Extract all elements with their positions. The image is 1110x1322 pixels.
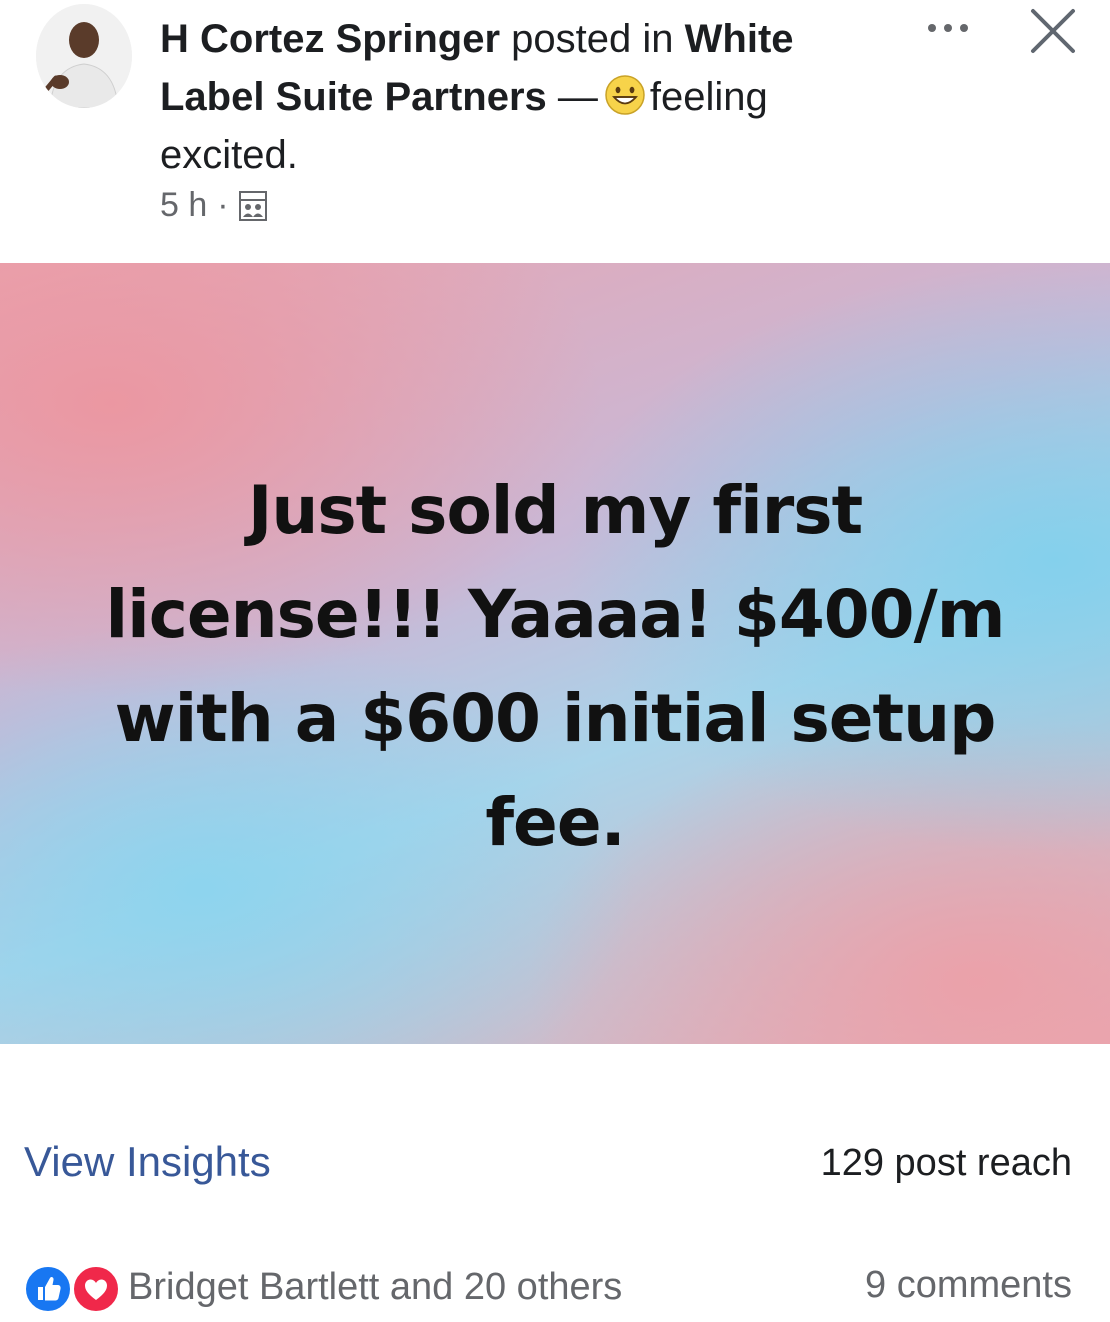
- post-background-card[interactable]: Just sold my first license!!! Yaaaa! $40…: [0, 263, 1110, 1044]
- post-meta: 5 h ·: [160, 186, 267, 225]
- post-attribution: H Cortez Springer posted in White Label …: [160, 10, 860, 184]
- reactions-names: Bridget Bartlett and 20 others: [128, 1265, 623, 1308]
- reaction-icons: [24, 1263, 122, 1313]
- more-options-button[interactable]: [918, 8, 978, 48]
- meta-separator: ·: [217, 186, 229, 224]
- love-icon: [72, 1265, 120, 1313]
- close-button[interactable]: [1022, 0, 1084, 62]
- post-text: Just sold my first license!!! Yaaaa! $40…: [105, 472, 1006, 861]
- dash-separator: —: [557, 75, 598, 119]
- timestamp[interactable]: 5 h: [160, 186, 207, 225]
- group-icon: [238, 190, 267, 221]
- comments-count-link[interactable]: 9 comments: [865, 1264, 1072, 1307]
- author-name[interactable]: H Cortez Springer: [160, 17, 500, 61]
- reactions-summary[interactable]: Bridget Bartlett and 20 others: [24, 1262, 623, 1313]
- more-dots-icon: [928, 24, 968, 32]
- posted-in-label: posted in: [511, 17, 674, 61]
- close-icon: [1031, 9, 1075, 53]
- grinning-face-icon: [604, 74, 646, 116]
- avatar-photo: [36, 4, 132, 108]
- view-insights-link[interactable]: View Insights: [24, 1138, 271, 1186]
- author-avatar[interactable]: [36, 4, 132, 108]
- like-icon: [24, 1265, 72, 1313]
- post-header: H Cortez Springer posted in White Label …: [0, 0, 1110, 262]
- post-reach-count: 129 post reach: [820, 1142, 1072, 1184]
